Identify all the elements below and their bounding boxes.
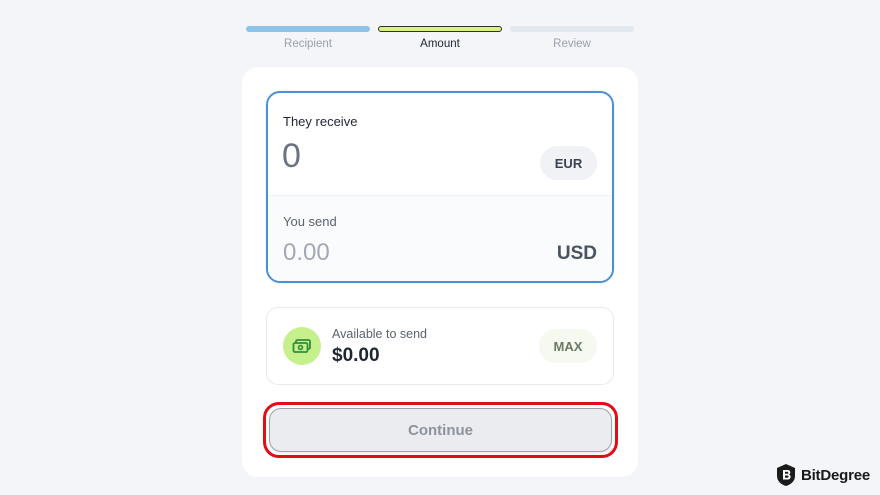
cash-icon [283, 327, 321, 365]
progress-stepper: Recipient Amount Review [246, 26, 636, 56]
watermark-brand: BitDegree [800, 466, 870, 484]
available-label: Available to send [332, 327, 427, 341]
receive-section[interactable]: They receive 0 EUR [268, 93, 612, 197]
step-amount-label: Amount [420, 38, 460, 50]
exchange-panel: They receive 0 EUR You send 0.00 USD [266, 91, 614, 283]
send-section[interactable]: You send 0.00 USD [268, 196, 612, 281]
step-recipient[interactable]: Recipient [246, 26, 370, 50]
send-money-card: They receive 0 EUR You send 0.00 USD Ava… [242, 67, 638, 477]
step-recipient-bar [246, 26, 370, 32]
send-currency: USD [556, 243, 597, 264]
available-value: $0.00 [332, 345, 380, 366]
available-balance: Available to send $0.00 MAX [266, 307, 614, 385]
receive-amount-input[interactable]: 0 [282, 137, 301, 176]
step-review-bar [510, 26, 634, 32]
step-review-label: Review [553, 38, 591, 50]
receive-title: They receive [283, 114, 358, 129]
receive-currency-selector[interactable]: EUR [540, 146, 597, 180]
bitdegree-watermark: BitDegree [775, 463, 870, 487]
bitdegree-logo-icon [776, 464, 795, 486]
step-review[interactable]: Review [510, 26, 634, 50]
step-amount[interactable]: Amount [378, 26, 502, 50]
send-amount-input[interactable]: 0.00 [283, 239, 330, 267]
max-button[interactable]: MAX [539, 329, 597, 363]
step-recipient-label: Recipient [284, 38, 332, 50]
continue-button[interactable]: Continue [269, 408, 612, 452]
continue-highlight: Continue [263, 402, 618, 458]
send-title: You send [283, 214, 337, 229]
step-amount-bar [378, 26, 502, 32]
